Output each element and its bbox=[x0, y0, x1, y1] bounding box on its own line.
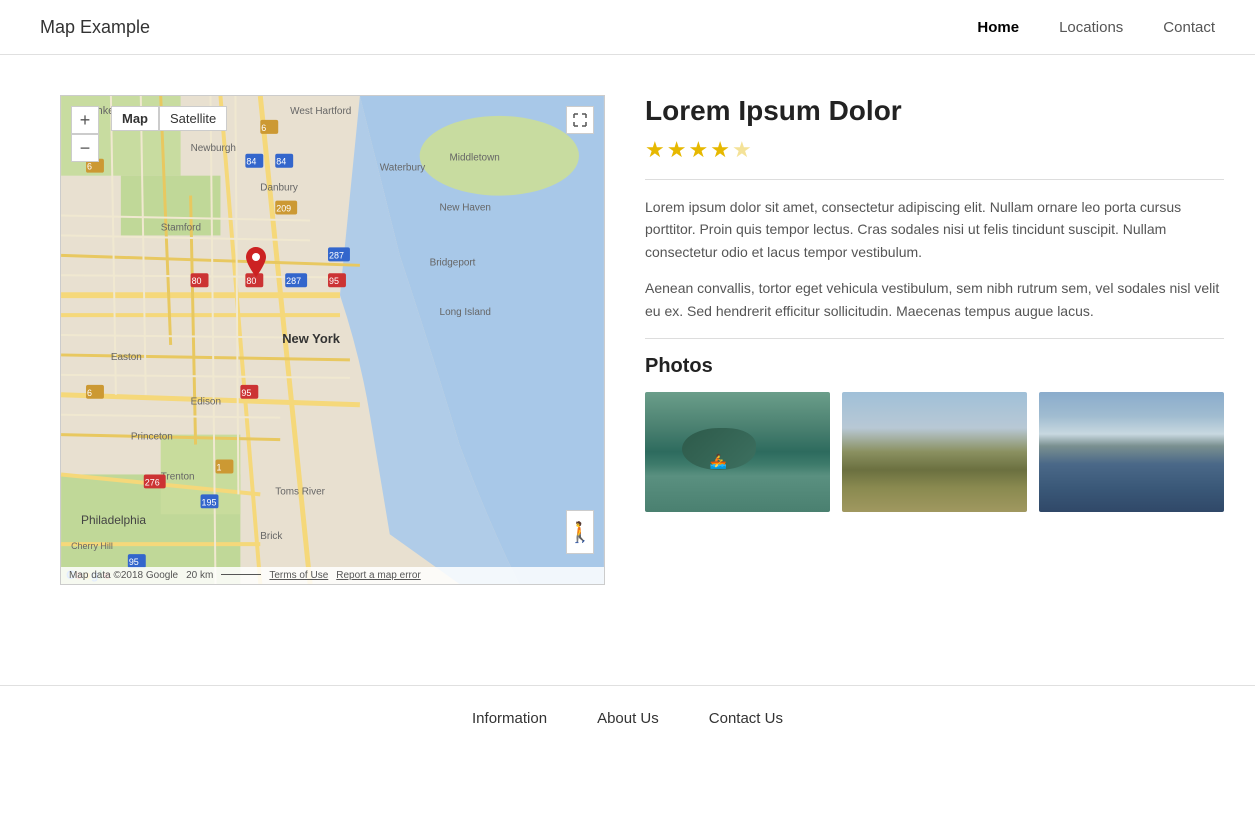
star-1: ★ bbox=[645, 137, 665, 163]
svg-text:209: 209 bbox=[276, 204, 291, 214]
svg-text:276: 276 bbox=[145, 477, 160, 487]
zoom-in-button[interactable]: + bbox=[71, 106, 99, 134]
place-info-panel: Lorem Ipsum Dolor ★ ★ ★ ★ ★ Lorem ipsum … bbox=[645, 95, 1224, 585]
description-paragraph-1: Lorem ipsum dolor sit amet, consectetur … bbox=[645, 196, 1224, 263]
expand-map-button[interactable] bbox=[566, 106, 594, 134]
svg-text:West Hartford: West Hartford bbox=[290, 106, 351, 117]
svg-text:80: 80 bbox=[246, 276, 256, 286]
zoom-out-button[interactable]: − bbox=[71, 134, 99, 162]
svg-text:95: 95 bbox=[329, 276, 339, 286]
photos-title: Photos bbox=[645, 355, 1224, 378]
svg-text:84: 84 bbox=[276, 157, 286, 167]
map-pin bbox=[246, 247, 266, 277]
svg-text:Waterbury: Waterbury bbox=[380, 163, 425, 174]
star-4: ★ bbox=[710, 137, 730, 163]
photo-3[interactable] bbox=[1039, 392, 1224, 512]
map-type-toggle: Map Satellite bbox=[111, 106, 227, 131]
star-3: ★ bbox=[688, 137, 708, 163]
nav-locations[interactable]: Locations bbox=[1059, 19, 1123, 36]
photos-grid bbox=[645, 392, 1224, 512]
svg-text:6: 6 bbox=[87, 162, 92, 172]
streetview-button[interactable]: 🚶 bbox=[566, 510, 594, 554]
svg-text:287: 287 bbox=[329, 250, 344, 260]
svg-text:Edison: Edison bbox=[191, 397, 221, 408]
footer-link-information[interactable]: Information bbox=[472, 710, 547, 727]
svg-text:6: 6 bbox=[261, 123, 266, 133]
svg-text:84: 84 bbox=[246, 157, 256, 167]
svg-text:Newburgh: Newburgh bbox=[191, 143, 236, 154]
place-title: Lorem Ipsum Dolor bbox=[645, 95, 1224, 127]
svg-text:Princeton: Princeton bbox=[131, 432, 173, 443]
page-footer: Information About Us Contact Us bbox=[0, 685, 1255, 751]
map-scale-text: 20 km bbox=[186, 570, 213, 581]
svg-text:Toms River: Toms River bbox=[275, 486, 325, 497]
svg-text:Stamford: Stamford bbox=[161, 222, 201, 233]
map-type-satellite[interactable]: Satellite bbox=[159, 106, 227, 131]
photo-1[interactable] bbox=[645, 392, 830, 512]
map-zoom-controls: + − bbox=[71, 106, 99, 162]
nav-home[interactable]: Home bbox=[977, 19, 1019, 36]
footer-link-about[interactable]: About Us bbox=[597, 710, 659, 727]
terms-link[interactable]: Terms of Use bbox=[269, 570, 328, 581]
divider-2 bbox=[645, 338, 1224, 339]
svg-text:Long Island: Long Island bbox=[440, 307, 491, 318]
svg-text:Brick: Brick bbox=[260, 531, 282, 542]
footer-link-contact[interactable]: Contact Us bbox=[709, 710, 783, 727]
svg-text:Trenton: Trenton bbox=[161, 471, 195, 482]
svg-text:Philadelphia: Philadelphia bbox=[81, 513, 146, 527]
svg-text:287: 287 bbox=[286, 276, 301, 286]
map-data-text: Map data ©2018 Google bbox=[69, 570, 178, 581]
map-container: Poughkeepsie West Hartford Newburgh Wate… bbox=[60, 95, 605, 585]
star-2: ★ bbox=[667, 137, 687, 163]
report-link[interactable]: Report a map error bbox=[336, 570, 420, 581]
svg-text:6: 6 bbox=[87, 388, 92, 398]
svg-text:80: 80 bbox=[192, 276, 202, 286]
description-paragraph-2: Aenean convallis, tortor eget vehicula v… bbox=[645, 277, 1224, 322]
svg-text:1: 1 bbox=[216, 462, 221, 472]
star-5: ★ bbox=[732, 137, 752, 163]
svg-text:Easton: Easton bbox=[111, 352, 142, 363]
svg-text:New York: New York bbox=[282, 331, 341, 346]
main-nav: Home Locations Contact bbox=[977, 19, 1215, 36]
svg-text:195: 195 bbox=[202, 497, 217, 507]
divider-1 bbox=[645, 179, 1224, 180]
svg-text:New Haven: New Haven bbox=[440, 203, 491, 214]
svg-text:Cherry Hill: Cherry Hill bbox=[71, 541, 113, 551]
svg-text:95: 95 bbox=[241, 388, 251, 398]
svg-text:Danbury: Danbury bbox=[260, 183, 298, 194]
svg-text:Middletown: Middletown bbox=[450, 153, 500, 164]
photo-2[interactable] bbox=[842, 392, 1027, 512]
svg-text:Bridgeport: Bridgeport bbox=[430, 257, 476, 268]
map-footer: Map data ©2018 Google 20 km Terms of Use… bbox=[61, 567, 604, 584]
svg-text:95: 95 bbox=[129, 557, 139, 567]
map-type-map[interactable]: Map bbox=[111, 106, 159, 131]
star-rating: ★ ★ ★ ★ ★ bbox=[645, 137, 1224, 163]
nav-contact[interactable]: Contact bbox=[1163, 19, 1215, 36]
photos-section: Photos bbox=[645, 355, 1224, 512]
site-logo: Map Example bbox=[40, 17, 150, 38]
